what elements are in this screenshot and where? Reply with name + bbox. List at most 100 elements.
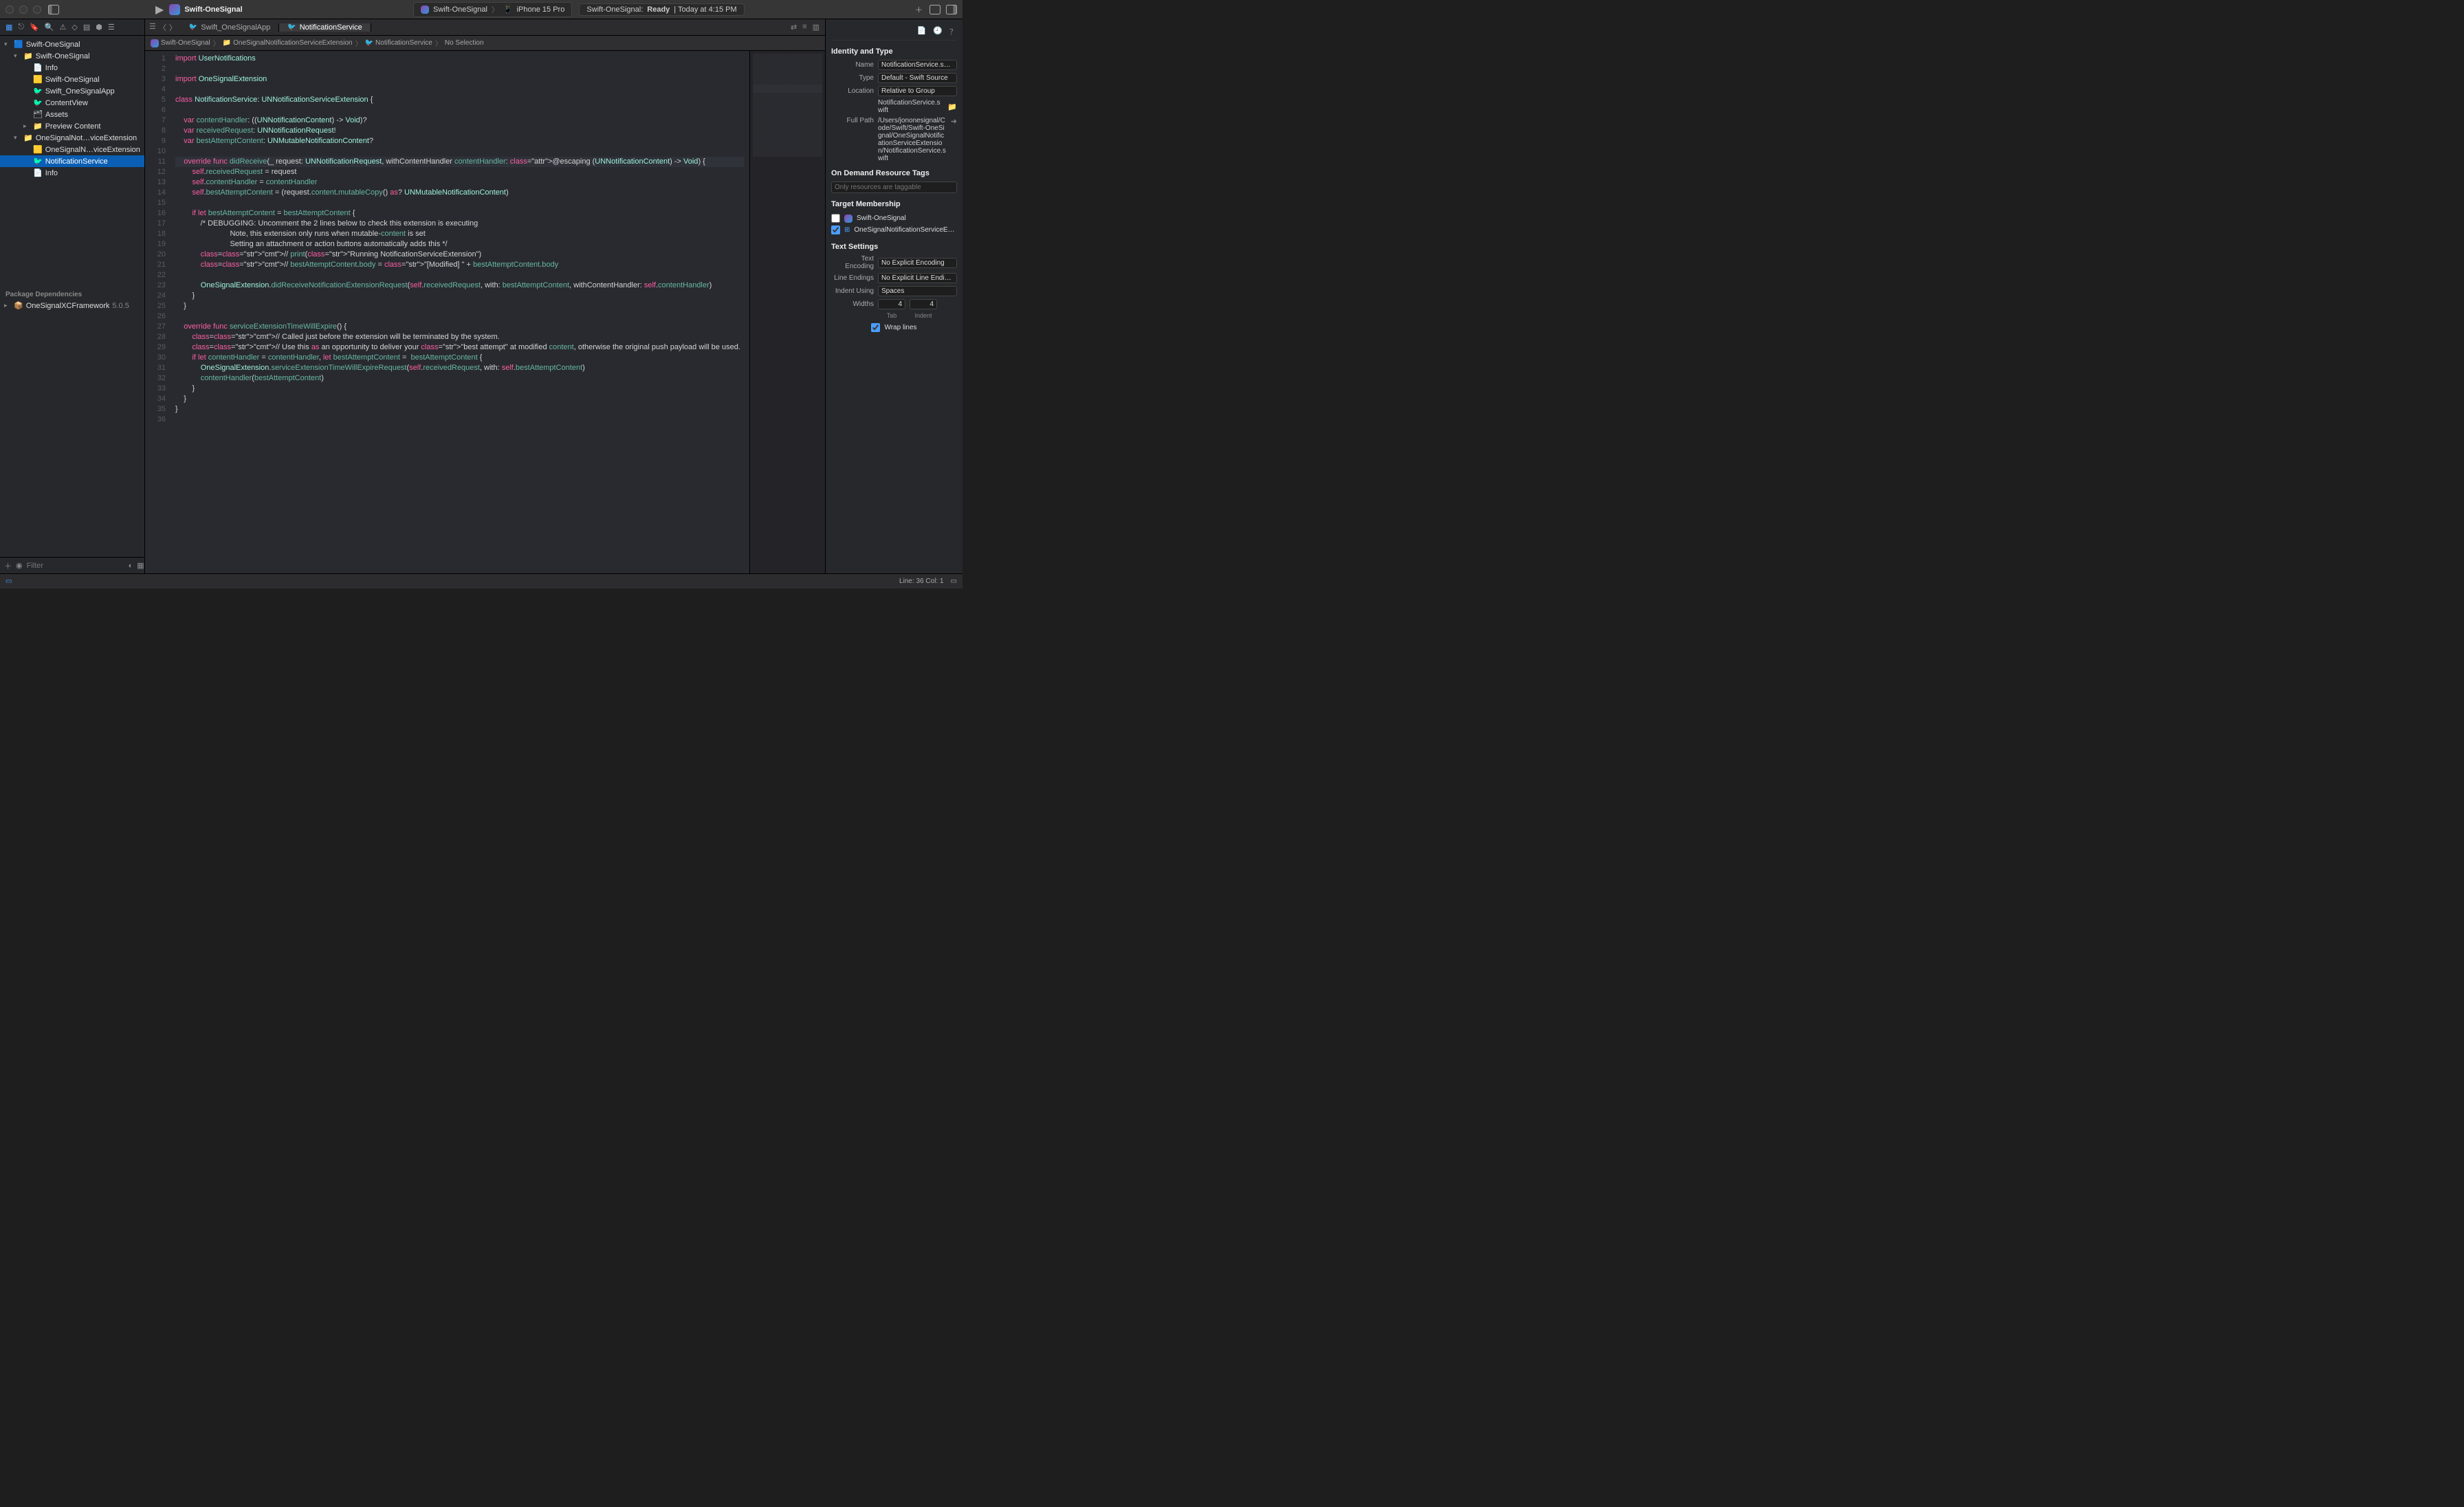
- toggle-navigator-icon[interactable]: [48, 5, 59, 14]
- tree-label: Swift_OneSignalApp: [45, 87, 115, 96]
- swift-icon: 🐦: [33, 87, 43, 96]
- code-editor[interactable]: 1234567891011121314151617181920212223242…: [145, 51, 825, 573]
- breakpoint-navigator-icon[interactable]: ⬢: [96, 23, 102, 32]
- close-window-button[interactable]: [6, 6, 14, 14]
- swift-icon: 🐦: [365, 39, 373, 47]
- project-name: Swift-OneSignal: [184, 6, 242, 14]
- source-control-navigator-icon[interactable]: ⎋: [18, 23, 24, 32]
- tree-row-8[interactable]: ▾📁OneSignalNot…viceExtension: [0, 132, 144, 144]
- editor-tab-0[interactable]: 🐦Swift_OneSignalApp: [181, 23, 279, 32]
- indent-width-stepper[interactable]: 4: [910, 299, 937, 309]
- tree-row-2[interactable]: 📄Info: [0, 62, 144, 74]
- editor-options-icon[interactable]: ⇄: [791, 23, 797, 32]
- history-inspector-icon[interactable]: 🕘: [933, 26, 943, 37]
- zoom-window-button[interactable]: [33, 6, 41, 14]
- find-navigator-icon[interactable]: 🔍: [45, 23, 54, 32]
- tree-row-3[interactable]: 🟨Swift-OneSignal: [0, 74, 144, 85]
- related-items-icon[interactable]: ☰: [149, 22, 156, 33]
- quick-help-icon[interactable]: ？: [949, 26, 957, 37]
- destination-name: iPhone 15 Pro: [517, 6, 565, 14]
- project-tree: ▾🟦Swift-OneSignal▾📁Swift-OneSignal📄Info🟨…: [0, 36, 144, 287]
- adjust-editor-icon[interactable]: ≡: [802, 23, 806, 32]
- run-destination-selector[interactable]: Swift-OneSignal 〉 📱 iPhone 15 Pro: [413, 2, 572, 17]
- tree-row-4[interactable]: 🐦Swift_OneSignalApp: [0, 85, 144, 97]
- navigator-selector: ▦ ⎋ 🔖 🔍 ⚠ ◇ ▤ ⬢ ☰: [0, 19, 144, 36]
- filter-scope-icon[interactable]: ◉: [16, 561, 23, 570]
- file-inspector-icon[interactable]: 📄: [917, 26, 927, 37]
- add-icon[interactable]: ＋: [4, 560, 12, 571]
- app-icon: [844, 214, 852, 223]
- project-navigator-icon[interactable]: ▦: [6, 23, 12, 32]
- tree-row-6[interactable]: 🗂Assets: [0, 109, 144, 120]
- jump-item-3[interactable]: No Selection: [445, 39, 484, 47]
- jump-item-2[interactable]: 🐦 NotificationService: [365, 39, 432, 47]
- tree-row-9[interactable]: 🟨OneSignalN…viceExtension: [0, 144, 144, 155]
- issue-navigator-icon[interactable]: ⚠: [60, 23, 67, 32]
- folder-icon: 📁: [23, 52, 33, 60]
- entitlements-icon: 🟨: [33, 145, 43, 154]
- toggle-inspector-icon[interactable]: [946, 5, 957, 14]
- encoding-select[interactable]: No Explicit Encoding: [878, 258, 957, 268]
- line-endings-select[interactable]: No Explicit Line Endings: [878, 273, 957, 283]
- cursor-position: Line: 36 Col: 1: [899, 578, 944, 585]
- tree-row-10[interactable]: 🐦NotificationService: [0, 155, 144, 167]
- scheme-selector[interactable]: Swift-OneSignal: [169, 4, 242, 15]
- indent-using-select[interactable]: Spaces: [878, 286, 957, 296]
- line-endings-label: Line Endings: [831, 274, 874, 282]
- reveal-in-finder-icon[interactable]: ➜: [951, 117, 957, 126]
- report-navigator-icon[interactable]: ☰: [108, 23, 115, 32]
- bookmark-navigator-icon[interactable]: 🔖: [30, 23, 39, 32]
- tab-label: Swift_OneSignalApp: [201, 23, 270, 32]
- wrap-lines-checkbox[interactable]: [871, 323, 880, 332]
- editor-area: ☰ 〈 〉 🐦Swift_OneSignalApp🐦NotificationSe…: [145, 19, 825, 573]
- editor-tab-1[interactable]: 🐦NotificationService: [279, 23, 371, 32]
- toggle-debug-area-icon[interactable]: ▭: [951, 578, 957, 585]
- debug-bar: ▭ Line: 36 Col: 1 ▭: [0, 573, 962, 588]
- run-button[interactable]: ▶: [155, 3, 164, 16]
- scm-filter-icon[interactable]: ▦: [137, 561, 144, 570]
- tree-row-11[interactable]: 📄Info: [0, 167, 144, 179]
- test-navigator-icon[interactable]: ◇: [72, 23, 77, 32]
- line-gutter: 1234567891011121314151617181920212223242…: [145, 51, 170, 573]
- choose-location-icon[interactable]: 📁: [947, 102, 957, 111]
- tree-label: Swift-OneSignal: [26, 41, 80, 49]
- ondemand-tags-input[interactable]: [831, 182, 957, 193]
- target-row-1[interactable]: ⊞ OneSignalNotificationServiceExten…: [831, 224, 957, 236]
- target-checkbox-0[interactable]: [831, 214, 840, 223]
- disclosure-icon[interactable]: ▾: [14, 134, 21, 142]
- source-code[interactable]: import UserNotifications import OneSigna…: [170, 51, 749, 573]
- tree-row-7[interactable]: ▸📁Preview Content: [0, 120, 144, 132]
- disclosure-icon[interactable]: ▾: [14, 52, 21, 60]
- disclosure-icon[interactable]: ▾: [4, 41, 11, 48]
- jump-bar[interactable]: Swift-OneSignal 〉 📁 OneSignalNotificatio…: [145, 36, 825, 51]
- jump-item-1[interactable]: 📁 OneSignalNotificationServiceExtension: [223, 39, 353, 47]
- location-select[interactable]: Relative to Group: [878, 86, 957, 96]
- type-select[interactable]: Default - Swift Source: [878, 73, 957, 83]
- disclosure-icon[interactable]: ▸: [23, 122, 30, 130]
- jump-item-0[interactable]: Swift-OneSignal: [151, 39, 210, 47]
- identity-header: Identity and Type: [831, 47, 957, 56]
- nav-forward-icon[interactable]: 〉: [169, 22, 177, 33]
- indent-using-label: Indent Using: [831, 287, 874, 295]
- debug-navigator-icon[interactable]: ▤: [83, 23, 90, 32]
- recent-filter-icon[interactable]: ◐: [129, 562, 133, 570]
- tree-row-1[interactable]: ▾📁Swift-OneSignal: [0, 50, 144, 62]
- add-editor-icon[interactable]: ▥: [813, 23, 820, 32]
- package-name: OneSignalXCFramework: [26, 302, 110, 310]
- name-field[interactable]: NotificationService.swift: [878, 60, 957, 70]
- add-tab-button[interactable]: ＋: [915, 4, 923, 15]
- package-row[interactable]: ▸ 📦 OneSignalXCFramework 5.0.5: [0, 300, 144, 311]
- navigator-filter-input[interactable]: [27, 562, 124, 570]
- target-row-0[interactable]: Swift-OneSignal: [831, 212, 957, 224]
- debug-view-icon[interactable]: ▭: [6, 578, 12, 585]
- minimize-window-button[interactable]: [19, 6, 28, 14]
- library-icon[interactable]: [930, 5, 940, 14]
- target-checkbox-1[interactable]: [831, 226, 840, 234]
- chevron-right-icon: 〉: [355, 38, 362, 48]
- status-time: | Today at 4:15 PM: [674, 6, 736, 14]
- tree-row-0[interactable]: ▾🟦Swift-OneSignal: [0, 38, 144, 50]
- nav-back-icon[interactable]: 〈: [159, 22, 166, 33]
- tab-width-stepper[interactable]: 4: [878, 299, 905, 309]
- minimap[interactable]: [749, 51, 825, 573]
- tree-row-5[interactable]: 🐦ContentView: [0, 97, 144, 109]
